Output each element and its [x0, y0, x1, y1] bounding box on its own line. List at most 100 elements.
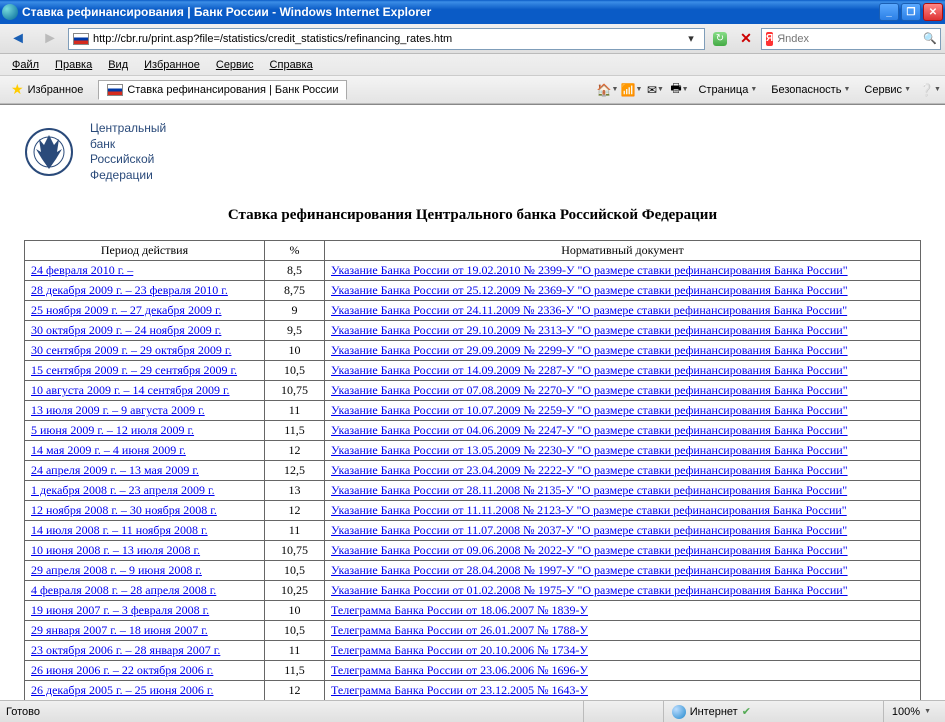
window-title: Ставка рефинансирования | Банк России - …: [22, 5, 879, 19]
document-link[interactable]: Указание Банка России от 19.02.2010 № 23…: [331, 263, 848, 277]
cell-document: Указание Банка России от 01.02.2008 № 19…: [325, 581, 921, 601]
back-button[interactable]: ◄: [4, 27, 32, 51]
document-link[interactable]: Указание Банка России от 11.11.2008 № 21…: [331, 503, 847, 517]
document-link[interactable]: Телеграмма Банка России от 23.12.2005 № …: [331, 683, 588, 697]
table-row: 12 ноября 2008 г. – 30 ноября 2008 г.12У…: [25, 501, 921, 521]
period-link[interactable]: 26 июня 2006 г. – 22 октября 2006 г.: [31, 663, 213, 677]
address-bar[interactable]: ▾: [68, 28, 705, 50]
menu-view[interactable]: Вид: [100, 57, 136, 73]
cell-percent: 10,5: [265, 621, 325, 641]
favorites-button[interactable]: ★ Избранное: [4, 78, 90, 101]
menu-help[interactable]: Справка: [262, 57, 321, 73]
cell-period: 13 июля 2009 г. – 9 августа 2009 г.: [25, 401, 265, 421]
window-controls: _ ❐ ✕: [879, 3, 943, 21]
mail-button[interactable]: ✉▼: [644, 79, 666, 101]
status-zoom[interactable]: 100% ▼: [883, 701, 939, 722]
search-go-button[interactable]: 🔍: [923, 30, 937, 48]
bank-name-line: Центральный: [90, 121, 166, 137]
period-link[interactable]: 10 июня 2008 г. – 13 июля 2008 г.: [31, 543, 200, 557]
cell-document: Указание Банка России от 25.12.2009 № 23…: [325, 281, 921, 301]
period-link[interactable]: 15 сентября 2009 г. – 29 сентября 2009 г…: [31, 363, 237, 377]
document-link[interactable]: Указание Банка России от 07.08.2009 № 22…: [331, 383, 848, 397]
period-link[interactable]: 10 августа 2009 г. – 14 сентября 2009 г.: [31, 383, 230, 397]
minimize-button[interactable]: _: [879, 3, 899, 21]
cell-period: 5 июня 2009 г. – 12 июля 2009 г.: [25, 421, 265, 441]
home-button[interactable]: 🏠▼: [596, 79, 618, 101]
document-link[interactable]: Указание Банка России от 13.05.2009 № 22…: [331, 443, 848, 457]
document-link[interactable]: Указание Банка России от 01.02.2008 № 19…: [331, 583, 848, 597]
period-link[interactable]: 1 декабря 2008 г. – 23 апреля 2009 г.: [31, 483, 215, 497]
document-link[interactable]: Указание Банка России от 25.12.2009 № 23…: [331, 283, 848, 297]
menu-file[interactable]: Файл: [4, 57, 47, 73]
document-link[interactable]: Телеграмма Банка России от 26.01.2007 № …: [331, 623, 588, 637]
cell-period: 19 июня 2007 г. – 3 февраля 2008 г.: [25, 601, 265, 621]
document-link[interactable]: Телеграмма Банка России от 23.06.2006 № …: [331, 663, 588, 677]
close-button[interactable]: ✕: [923, 3, 943, 21]
document-link[interactable]: Указание Банка России от 09.06.2008 № 20…: [331, 543, 848, 557]
period-link[interactable]: 28 декабря 2009 г. – 23 февраля 2010 г.: [31, 283, 228, 297]
period-link[interactable]: 24 апреля 2009 г. – 13 мая 2009 г.: [31, 463, 199, 477]
tools-menu-button[interactable]: Сервис▼: [858, 82, 917, 98]
cell-percent: 11: [265, 401, 325, 421]
cell-percent: 10: [265, 601, 325, 621]
document-link[interactable]: Указание Банка России от 10.07.2009 № 22…: [331, 403, 848, 417]
period-link[interactable]: 23 октября 2006 г. – 28 января 2007 г.: [31, 643, 220, 657]
document-link[interactable]: Указание Банка России от 29.09.2009 № 22…: [331, 343, 848, 357]
menu-tools[interactable]: Сервис: [208, 57, 262, 73]
document-link[interactable]: Указание Банка России от 29.10.2009 № 23…: [331, 323, 848, 337]
search-input[interactable]: [777, 33, 919, 45]
cell-document: Указание Банка России от 11.07.2008 № 20…: [325, 521, 921, 541]
feeds-button[interactable]: 📶▼: [620, 79, 642, 101]
command-bar: ★ Избранное Ставка рефинансирования | Ба…: [0, 76, 945, 104]
cell-document: Указание Банка России от 11.11.2008 № 21…: [325, 501, 921, 521]
content-area[interactable]: Центральный банк Российской Федерации Ст…: [0, 104, 945, 700]
cell-document: Указание Банка России от 19.02.2010 № 23…: [325, 261, 921, 281]
restore-button[interactable]: ❐: [901, 3, 921, 21]
period-link[interactable]: 19 июня 2007 г. – 3 февраля 2008 г.: [31, 603, 209, 617]
document-link[interactable]: Указание Банка России от 04.06.2009 № 22…: [331, 423, 848, 437]
document-link[interactable]: Указание Банка России от 28.11.2008 № 21…: [331, 483, 847, 497]
cell-percent: 11: [265, 521, 325, 541]
period-link[interactable]: 13 июля 2009 г. – 9 августа 2009 г.: [31, 403, 205, 417]
document-link[interactable]: Указание Банка России от 14.09.2009 № 22…: [331, 363, 848, 377]
menu-favorites[interactable]: Избранное: [136, 57, 208, 73]
table-row: 30 сентября 2009 г. – 29 октября 2009 г.…: [25, 341, 921, 361]
menu-edit[interactable]: Правка: [47, 57, 100, 73]
period-link[interactable]: 25 ноября 2009 г. – 27 декабря 2009 г.: [31, 303, 222, 317]
refresh-button[interactable]: ↻: [709, 28, 731, 50]
period-link[interactable]: 30 октября 2009 г. – 24 ноября 2009 г.: [31, 323, 221, 337]
page-menu-button[interactable]: Страница▼: [692, 82, 763, 98]
document-link[interactable]: Указание Банка России от 23.04.2009 № 22…: [331, 463, 848, 477]
period-link[interactable]: 29 апреля 2008 г. – 9 июня 2008 г.: [31, 563, 202, 577]
zone-label: Интернет: [690, 706, 738, 718]
cell-period: 24 февраля 2010 г. –: [25, 261, 265, 281]
period-link[interactable]: 14 мая 2009 г. – 4 июня 2009 г.: [31, 443, 186, 457]
period-link[interactable]: 12 ноября 2008 г. – 30 ноября 2008 г.: [31, 503, 217, 517]
period-link[interactable]: 29 января 2007 г. – 18 июня 2007 г.: [31, 623, 208, 637]
period-link[interactable]: 26 декабря 2005 г. – 25 июня 2006 г.: [31, 683, 214, 697]
help-button[interactable]: ❔▼: [919, 79, 941, 101]
document-link[interactable]: Указание Банка России от 11.07.2008 № 20…: [331, 523, 847, 537]
safety-menu-button[interactable]: Безопасность▼: [765, 82, 856, 98]
document-link[interactable]: Телеграмма Банка России от 20.10.2006 № …: [331, 643, 588, 657]
status-zone[interactable]: Интернет ✔: [663, 701, 883, 722]
titlebar: Ставка рефинансирования | Банк России - …: [0, 0, 945, 24]
document-link[interactable]: Телеграмма Банка России от 18.06.2007 № …: [331, 603, 588, 617]
forward-button[interactable]: ►: [36, 27, 64, 51]
stop-button[interactable]: ✕: [735, 28, 757, 50]
period-link[interactable]: 24 февраля 2010 г. –: [31, 263, 133, 277]
current-tab[interactable]: Ставка рефинансирования | Банк России: [98, 80, 347, 100]
ie-icon: [2, 4, 18, 20]
print-button[interactable]: 🖶▼: [668, 79, 690, 101]
document-link[interactable]: Указание Банка России от 28.04.2008 № 19…: [331, 563, 848, 577]
search-box[interactable]: Я 🔍: [761, 28, 941, 50]
period-link[interactable]: 30 сентября 2009 г. – 29 октября 2009 г.: [31, 343, 232, 357]
document-link[interactable]: Указание Банка России от 24.11.2009 № 23…: [331, 303, 847, 317]
page-header: Центральный банк Российской Федерации: [24, 121, 921, 183]
period-link[interactable]: 14 июля 2008 г. – 11 ноября 2008 г.: [31, 523, 208, 537]
period-link[interactable]: 5 июня 2009 г. – 12 июля 2009 г.: [31, 423, 194, 437]
bank-name-line: Российской: [90, 152, 166, 168]
url-input[interactable]: [93, 33, 678, 45]
url-dropdown-button[interactable]: ▾: [682, 30, 700, 48]
period-link[interactable]: 4 февраля 2008 г. – 28 апреля 2008 г.: [31, 583, 216, 597]
